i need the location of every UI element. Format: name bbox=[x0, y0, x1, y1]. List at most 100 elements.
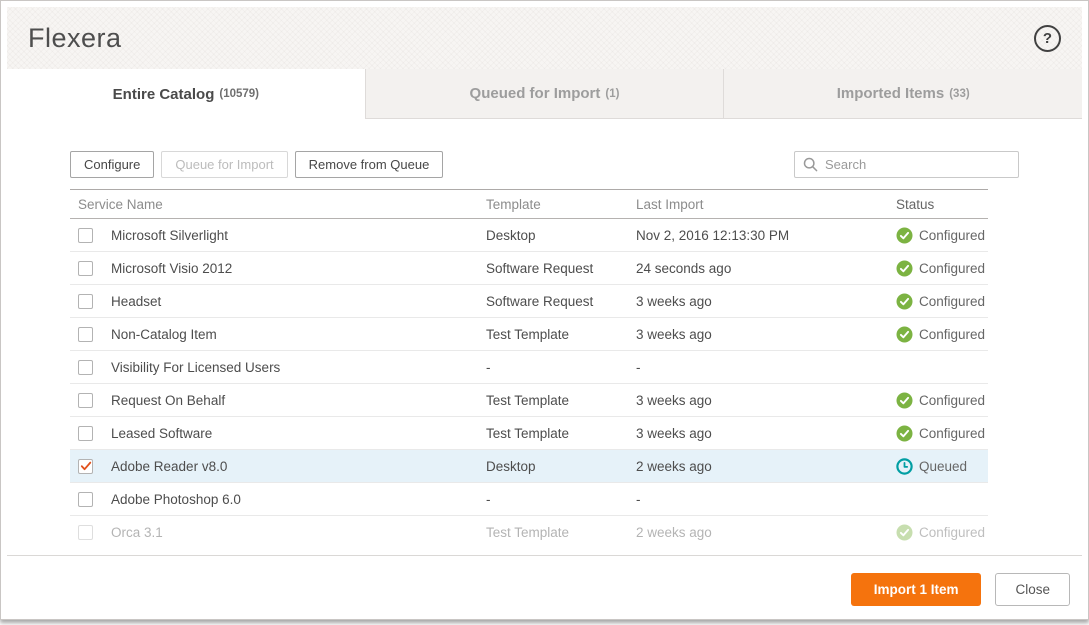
app-title: Flexera bbox=[28, 23, 122, 54]
service-name: Microsoft Visio 2012 bbox=[111, 261, 232, 276]
status-label: Configured bbox=[919, 393, 985, 408]
status-badge: Configured bbox=[888, 326, 988, 343]
tab-count: (33) bbox=[949, 88, 969, 100]
table-row[interactable]: Orca 3.1 Test Template2 weeks ago Configur… bbox=[70, 516, 988, 546]
check-circle-icon bbox=[896, 425, 913, 442]
table-row[interactable]: Visibility For Licensed Users-- bbox=[70, 351, 988, 384]
catalog-table: Service Name Template Last Import Status… bbox=[70, 189, 988, 546]
service-name: Adobe Reader v8.0 bbox=[111, 459, 227, 474]
check-circle-icon bbox=[896, 524, 913, 541]
last-import-cell: 3 weeks ago bbox=[628, 294, 888, 309]
table-body: Microsoft SilverlightDesktopNov 2, 2016 … bbox=[70, 219, 988, 546]
table-row[interactable]: Request On BehalfTest Template3 weeks ag… bbox=[70, 384, 988, 417]
help-icon[interactable]: ? bbox=[1034, 25, 1061, 52]
service-name: Microsoft Silverlight bbox=[111, 228, 228, 243]
row-checkbox[interactable] bbox=[78, 360, 93, 375]
template-cell: Software Request bbox=[478, 261, 628, 276]
row-checkbox[interactable] bbox=[78, 261, 93, 276]
last-import-cell: 3 weeks ago bbox=[628, 393, 888, 408]
row-checkbox[interactable] bbox=[78, 327, 93, 342]
service-name: Headset bbox=[111, 294, 161, 309]
col-last-import: Last Import bbox=[628, 197, 888, 212]
status-label: Configured bbox=[919, 294, 985, 309]
status-label: Configured bbox=[919, 228, 985, 243]
status-badge: Configured bbox=[888, 425, 988, 442]
template-cell: - bbox=[478, 492, 628, 507]
check-circle-icon bbox=[896, 260, 913, 277]
queue-for-import-button[interactable]: Queue for Import bbox=[161, 151, 287, 178]
row-checkbox[interactable] bbox=[78, 426, 93, 441]
configure-button[interactable]: Configure bbox=[70, 151, 154, 178]
tab-entire-catalog[interactable]: Entire Catalog (10579) bbox=[7, 69, 365, 119]
status-badge: Configured bbox=[888, 293, 988, 310]
table-row[interactable]: Headset Software Request3 weeks ago Config… bbox=[70, 285, 988, 318]
row-checkbox[interactable] bbox=[78, 492, 93, 507]
tab-label: Entire Catalog bbox=[113, 86, 215, 103]
status-badge: Configured bbox=[888, 260, 988, 277]
tab-queued-for-import[interactable]: Queued for Import (1) bbox=[365, 69, 724, 119]
last-import-cell: 2 weeks ago bbox=[628, 525, 888, 540]
table-row[interactable]: Microsoft Visio 2012 Software Request24 s… bbox=[70, 252, 988, 285]
service-name: Orca 3.1 bbox=[111, 525, 163, 540]
template-cell: Test Template bbox=[478, 426, 628, 441]
check-circle-icon bbox=[896, 392, 913, 409]
status-badge: Configured bbox=[888, 524, 988, 541]
service-name: Adobe Photoshop 6.0 bbox=[111, 492, 241, 507]
col-status: Status bbox=[888, 197, 988, 212]
col-template: Template bbox=[478, 197, 628, 212]
check-circle-icon bbox=[896, 326, 913, 343]
table-header: Service Name Template Last Import Status bbox=[70, 189, 988, 219]
template-cell: Test Template bbox=[478, 525, 628, 540]
row-checkbox[interactable] bbox=[78, 294, 93, 309]
last-import-cell: - bbox=[628, 492, 888, 507]
last-import-cell: 3 weeks ago bbox=[628, 327, 888, 342]
remove-from-queue-button[interactable]: Remove from Queue bbox=[295, 151, 444, 178]
service-name: Leased Software bbox=[111, 426, 212, 441]
row-checkbox[interactable] bbox=[78, 393, 93, 408]
close-button[interactable]: Close bbox=[995, 573, 1070, 606]
search-icon bbox=[803, 157, 818, 172]
app-header: Flexera ? bbox=[7, 7, 1082, 69]
status-label: Configured bbox=[919, 261, 985, 276]
row-checkbox[interactable] bbox=[78, 228, 93, 243]
status-label: Configured bbox=[919, 525, 985, 540]
status-badge: Queued bbox=[888, 458, 988, 475]
check-circle-icon bbox=[896, 227, 913, 244]
row-checkbox[interactable] bbox=[78, 459, 93, 474]
template-cell: Test Template bbox=[478, 327, 628, 342]
footer: Import 1 Item Close bbox=[7, 555, 1082, 613]
table-row[interactable]: Leased Software Test Template3 weeks ago C… bbox=[70, 417, 988, 450]
tab-imported-items[interactable]: Imported Items (33) bbox=[723, 69, 1082, 119]
clock-icon bbox=[896, 458, 913, 475]
table-row[interactable]: Non-Catalog ItemTest Template3 weeks ago… bbox=[70, 318, 988, 351]
last-import-cell: 24 seconds ago bbox=[628, 261, 888, 276]
template-cell: Desktop bbox=[478, 228, 628, 243]
table-row[interactable]: Adobe Photoshop 6.0 -- bbox=[70, 483, 988, 516]
import-button[interactable]: Import 1 Item bbox=[851, 573, 982, 606]
service-name: Request On Behalf bbox=[111, 393, 225, 408]
status-label: Configured bbox=[919, 426, 985, 441]
service-name: Visibility For Licensed Users bbox=[111, 360, 280, 375]
tab-count: (1) bbox=[605, 88, 619, 100]
tab-bar: Entire Catalog (10579) Queued for Import… bbox=[7, 69, 1082, 119]
table-row[interactable]: Adobe Reader v8.0Desktop2 weeks agoQueue… bbox=[70, 450, 988, 483]
last-import-cell: 3 weeks ago bbox=[628, 426, 888, 441]
tab-count: (10579) bbox=[219, 88, 259, 100]
status-label: Queued bbox=[919, 459, 967, 474]
last-import-cell: Nov 2, 2016 12:13:30 PM bbox=[628, 228, 888, 243]
catalog-dialog: Flexera ? Entire Catalog (10579) Queued … bbox=[0, 0, 1089, 620]
row-checkbox[interactable] bbox=[78, 525, 93, 540]
search-box bbox=[794, 151, 1019, 178]
col-service-name: Service Name bbox=[70, 197, 478, 212]
template-cell: Desktop bbox=[478, 459, 628, 474]
check-circle-icon bbox=[896, 293, 913, 310]
status-badge: Configured bbox=[888, 227, 988, 244]
status-badge: Configured bbox=[888, 392, 988, 409]
search-input[interactable] bbox=[825, 157, 1010, 172]
tab-label: Imported Items bbox=[837, 85, 945, 102]
status-label: Configured bbox=[919, 327, 985, 342]
main-content: Configure Queue for Import Remove from Q… bbox=[7, 119, 1082, 555]
template-cell: Software Request bbox=[478, 294, 628, 309]
template-cell: - bbox=[478, 360, 628, 375]
table-row[interactable]: Microsoft Silverlight DesktopNov 2, 2016 … bbox=[70, 219, 988, 252]
